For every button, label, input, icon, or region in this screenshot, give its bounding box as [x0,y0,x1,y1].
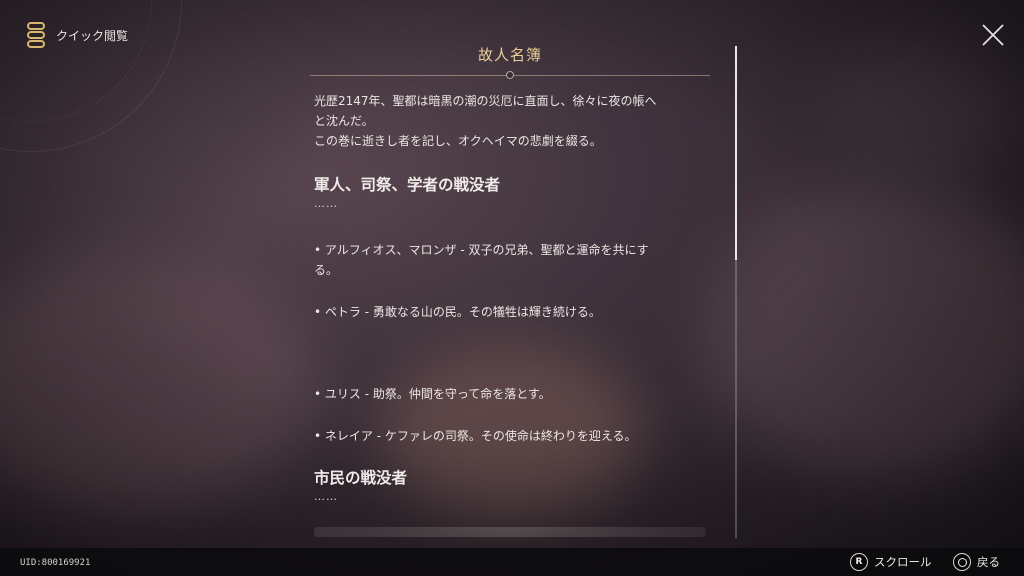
book-stack-icon [27,22,45,48]
scrollbar-thumb[interactable] [735,46,737,260]
section-heading-military: 軍人、司祭、学者の戦没者 [314,176,501,194]
back-label: 戻る [977,555,1000,569]
list-item-text: • ペトラ - 勇敢なる山の民。その犠牲は輝き続ける。 [314,305,601,319]
list-item: • ネレイア - ケファレの司祭。その使命は終わりを迎える。 [314,426,706,446]
list-item: • ユリス - 助祭。仲間を守って命を落とす。 [314,384,706,404]
list-item: • ペトラ - 勇敢なる山の民。その犠牲は輝き続ける。 [314,302,706,322]
close-icon [982,24,1004,46]
back-button[interactable]: 戻る [953,553,1000,571]
section-ellipsis: …… [314,197,338,210]
faded-text-line [314,527,706,537]
quick-read-button[interactable]: クイック閲覧 [26,22,128,48]
intro-line: と沈んだ。 [314,114,374,128]
document-panel[interactable]: 故人名簿 光歴2147年、聖都は暗黒の潮の災厄に直面し、徐々に夜の帳へ と沈んだ… [300,40,720,540]
section-ellipsis: …… [314,490,338,503]
uid-text: UID:800169921 [20,558,91,568]
circle-button-icon [953,553,971,571]
quick-read-label: クイック閲覧 [56,28,129,43]
scroll-label: スクロール [874,555,932,569]
r-stick-icon: R [850,553,868,571]
list-item: • アルフィオス、マロンザ - 双子の兄弟、聖都と運命を共にす る。 [314,240,706,280]
intro-line: 光歴2147年、聖都は暗黒の潮の災厄に直面し、徐々に夜の帳へ [314,94,657,108]
section-heading-citizens: 市民の戦没者 [314,469,408,487]
list-item-text: • アルフィオス、マロンザ - 双子の兄弟、聖都と運命を共にす [314,243,649,257]
intro-line: この巻に逝きし者を記し、オクヘイマの悲劇を綴る。 [314,134,602,148]
list-item-text: • ネレイア - ケファレの司祭。その使命は終わりを迎える。 [314,429,637,443]
list-item-text: • ユリス - 助祭。仲間を守って命を落とす。 [314,387,551,401]
document-title: 故人名簿 [477,46,542,64]
title-divider [310,71,710,81]
scroll-hint[interactable]: R スクロール [850,553,932,571]
close-button[interactable] [980,22,1006,48]
intro-text: 光歴2147年、聖都は暗黒の潮の災厄に直面し、徐々に夜の帳へ と沈んだ。 この巻… [314,91,710,151]
r-stick-letter: R [855,557,863,567]
list-item-text: る。 [314,263,339,277]
